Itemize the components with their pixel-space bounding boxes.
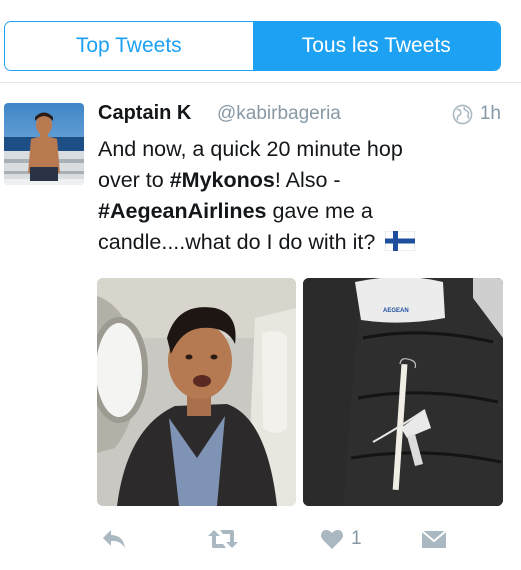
retweet-icon [208,530,238,548]
heart-icon [321,529,343,549]
retweet-button[interactable] [206,525,240,553]
tweet-text-line: over to #Mykonos! Also - [98,165,498,196]
divider [0,82,521,83]
reply-button[interactable] [101,525,127,553]
reply-icon [103,530,125,548]
selfie-photo [97,278,296,506]
tweet-photo-selfie[interactable] [97,278,296,506]
avatar[interactable] [4,103,84,185]
tweet-text-line: candle....what do I do with it? [98,227,498,258]
tweet-actions: 1 [0,525,521,555]
envelope-icon [421,530,447,548]
tab-top-tweets[interactable]: Top Tweets [5,22,253,70]
direct-message-button[interactable] [421,525,447,553]
tweet-text: And now, a quick 20 minute hop over to #… [98,134,498,258]
candle-on-seat-photo: AEGEAN [303,278,503,506]
avatar-photo [4,103,84,185]
tweet-text-segment: gave me a [266,199,373,223]
tab-all-tweets[interactable]: Tous les Tweets [252,22,500,70]
author-name[interactable]: Captain K [98,102,191,125]
tweet-text-segment: candle....what do I do with it? [98,230,382,254]
tweet-text-segment: ! Also - [274,168,341,192]
tweet-photo-candle[interactable]: AEGEAN [303,278,503,506]
like-count: 1 [351,528,362,549]
globe-icon [452,104,473,125]
tweet-text-segment: And now, a quick 20 minute hop [98,137,403,161]
candle-brand-text: AEGEAN [383,308,409,314]
tweet-text-segment: over to [98,168,170,192]
tweet-header: Captain K @kabirbageria 1h [98,102,503,130]
tweet-filter-segmented-control: Top Tweets Tous les Tweets [4,21,501,71]
author-handle[interactable]: @kabirbageria [217,103,341,125]
like-button[interactable]: 1 [320,525,362,553]
tweet-text-line: #AegeanAirlines gave me a [98,196,498,227]
finland-flag-icon [385,231,416,251]
hashtag-aegeanairlines[interactable]: #AegeanAirlines [98,199,266,223]
tweet-timestamp: 1h [479,103,501,124]
hashtag-mykonos[interactable]: #Mykonos [170,168,275,192]
tweet-text-line: And now, a quick 20 minute hop [98,134,498,165]
